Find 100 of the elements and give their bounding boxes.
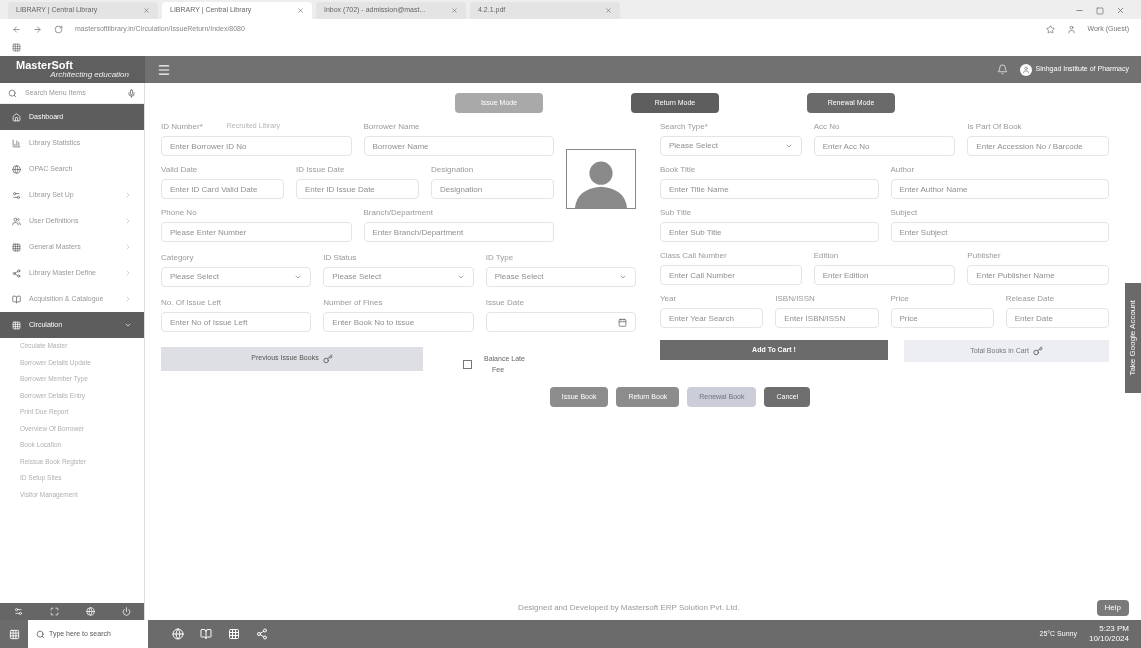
field-label: No. Of Issue Left bbox=[161, 297, 222, 309]
clock[interactable]: 5:23 PM 10/10/2024 bbox=[1088, 624, 1129, 644]
field-label: Year bbox=[660, 293, 677, 305]
field-label: Valid Date bbox=[161, 164, 198, 176]
field-label: Sub Title bbox=[660, 207, 692, 219]
field-label: Category bbox=[161, 252, 194, 264]
field-label: Publisher bbox=[967, 250, 1001, 262]
share-icon bbox=[12, 268, 21, 278]
fullscreen-icon[interactable] bbox=[49, 607, 59, 616]
home-icon bbox=[12, 112, 21, 122]
checkbox[interactable] bbox=[463, 360, 472, 369]
field-label: Issue Date bbox=[485, 297, 524, 309]
input-field[interactable]: Enter ID Issue Date bbox=[296, 179, 419, 199]
close-icon[interactable] bbox=[451, 7, 458, 14]
side-tab[interactable]: Take Google Account bbox=[1125, 283, 1141, 393]
input-field[interactable]: Enter Sub Title bbox=[660, 222, 879, 242]
globe-icon bbox=[12, 164, 21, 174]
input-field[interactable]: Price bbox=[890, 308, 994, 328]
forward-icon[interactable] bbox=[33, 24, 42, 34]
field-label: Author bbox=[890, 164, 915, 176]
sliders-icon bbox=[12, 190, 21, 200]
input-field[interactable]: Enter Edition bbox=[813, 265, 956, 285]
input-field[interactable]: Enter Publisher Name bbox=[967, 265, 1109, 285]
select-field[interactable]: Please Select bbox=[485, 267, 636, 287]
chevron-icon bbox=[124, 191, 132, 199]
book-icon[interactable] bbox=[200, 628, 212, 640]
users-icon bbox=[12, 216, 21, 226]
caret-icon bbox=[619, 273, 627, 281]
back-icon[interactable] bbox=[12, 24, 21, 34]
input-field[interactable]: Enter ISBN/ISSN bbox=[775, 308, 879, 328]
field-label: Edition bbox=[813, 250, 839, 262]
microphone-icon[interactable] bbox=[127, 88, 136, 98]
globe-icon[interactable] bbox=[172, 628, 184, 640]
field-label: Price bbox=[890, 293, 909, 305]
input-field[interactable]: Enter Author Name bbox=[890, 179, 1109, 199]
field-label: ID Type bbox=[485, 252, 514, 264]
field-label: Subject bbox=[890, 207, 918, 219]
help-button[interactable]: Help bbox=[1096, 600, 1129, 616]
input-field[interactable]: Enter Year Search bbox=[660, 308, 764, 328]
field-label: Release Date bbox=[1005, 293, 1055, 305]
close-icon[interactable] bbox=[297, 7, 304, 14]
footer-text: Designed and Developed by Mastersoft ERP Solution Pvt. Ltd. bbox=[517, 602, 741, 614]
input-field[interactable]: Enter Branch/Department bbox=[363, 222, 554, 242]
field-label: ID Status bbox=[323, 252, 357, 264]
field-label: ISBN/ISSN bbox=[775, 293, 815, 305]
field-label: Phone No bbox=[161, 207, 197, 219]
profile-icon[interactable] bbox=[1066, 24, 1076, 34]
field-label: Acc No bbox=[813, 121, 840, 133]
apps-icon[interactable] bbox=[12, 43, 21, 52]
input-field[interactable]: Enter No of Issue Left bbox=[161, 312, 312, 332]
input-field[interactable]: Enter ID Card Valid Date bbox=[161, 179, 284, 199]
chevron-icon bbox=[124, 295, 132, 303]
start-icon[interactable] bbox=[8, 628, 20, 640]
task-view-icon[interactable] bbox=[228, 628, 240, 640]
caret-icon bbox=[294, 273, 303, 281]
close-icon[interactable] bbox=[605, 7, 612, 14]
search-icon bbox=[36, 629, 45, 639]
input-field[interactable]: Enter Title Name bbox=[660, 179, 879, 199]
input-field[interactable]: Enter Borrower ID No bbox=[161, 136, 352, 156]
input-field[interactable]: Please Enter Number bbox=[161, 222, 352, 242]
close-icon[interactable] bbox=[143, 7, 150, 14]
menu-icon[interactable] bbox=[157, 62, 171, 77]
chevron-icon bbox=[124, 321, 132, 329]
reload-icon[interactable] bbox=[54, 24, 63, 34]
settings-icon[interactable] bbox=[13, 607, 23, 616]
star-icon[interactable] bbox=[1045, 24, 1055, 34]
select-field[interactable]: Please Select bbox=[660, 136, 802, 156]
caret-icon bbox=[784, 142, 793, 150]
close-icon[interactable] bbox=[1116, 6, 1125, 15]
input-field[interactable]: Enter Date bbox=[1005, 308, 1109, 328]
globe-icon[interactable] bbox=[85, 607, 95, 616]
chevron-icon bbox=[124, 269, 132, 277]
avatar-icon[interactable] bbox=[1019, 63, 1032, 76]
search-icon bbox=[8, 88, 17, 98]
bar-chart-icon bbox=[12, 138, 21, 148]
input-field[interactable]: Enter Call Number bbox=[660, 265, 802, 285]
input-field[interactable]: Enter Subject bbox=[890, 222, 1109, 242]
maximize-icon[interactable] bbox=[1096, 6, 1104, 15]
key-icon bbox=[1032, 346, 1043, 356]
power-icon[interactable] bbox=[121, 607, 131, 616]
bell-icon[interactable] bbox=[996, 64, 1008, 75]
input-field[interactable]: Designation bbox=[431, 179, 554, 199]
field-label: Is Part Of Book bbox=[967, 121, 1022, 133]
field-label: Number of Fines bbox=[323, 297, 383, 309]
field-label: Search Type* bbox=[660, 121, 708, 133]
select-field[interactable]: Please Select bbox=[323, 267, 474, 287]
select-field[interactable]: Please Select bbox=[161, 267, 312, 287]
field-label: ID Number* bbox=[161, 121, 203, 133]
input-field[interactable]: Borrower Name bbox=[363, 136, 554, 156]
field-label: Book Title bbox=[660, 164, 696, 176]
grid-icon bbox=[12, 242, 21, 252]
field-label: Branch/Department bbox=[363, 207, 433, 219]
input-field[interactable]: Enter Book No to issue bbox=[323, 312, 474, 332]
calendar-icon bbox=[618, 317, 627, 327]
date-field[interactable] bbox=[485, 312, 636, 332]
input-field[interactable]: Enter Accession No / Barcode bbox=[967, 136, 1109, 156]
logo: MasterSoft Architecting education bbox=[0, 56, 145, 83]
caret-icon bbox=[456, 273, 465, 281]
input-field[interactable]: Enter Acc No bbox=[813, 136, 956, 156]
field-label: Designation bbox=[431, 164, 474, 176]
